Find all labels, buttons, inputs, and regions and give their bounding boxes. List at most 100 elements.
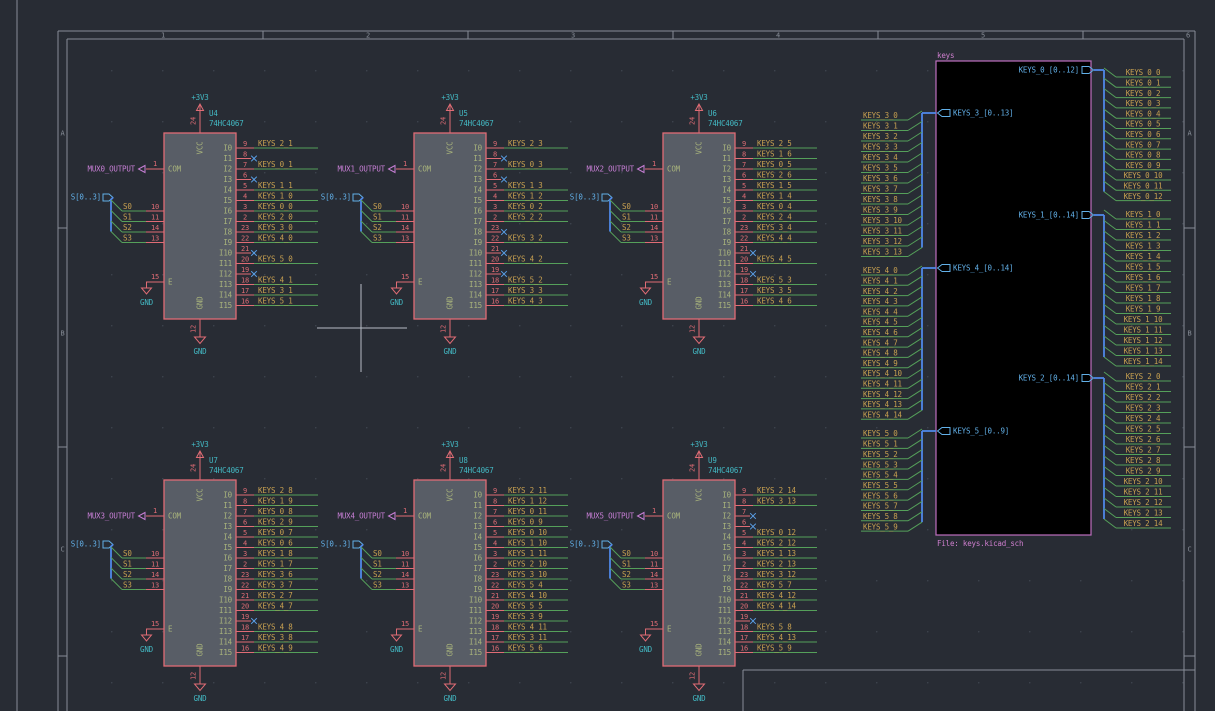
net-label[interactable]: KEYS_2_5: [757, 139, 792, 148]
net-label[interactable]: KEYS_4_11: [508, 623, 547, 632]
net-label-select[interactable]: S2: [622, 223, 631, 232]
net-label[interactable]: KEYS_0_3: [508, 160, 543, 169]
net-label[interactable]: KEYS_0_2: [508, 202, 543, 211]
net-label-select[interactable]: S1: [373, 560, 382, 569]
net-label[interactable]: KEYS_1_6: [1126, 273, 1161, 282]
net-label-select[interactable]: S1: [123, 560, 132, 569]
net-label[interactable]: KEYS_2_11: [1124, 488, 1163, 497]
net-label[interactable]: KEYS_4_11: [863, 380, 902, 389]
power-label-gnd[interactable]: GND: [693, 694, 707, 703]
net-label[interactable]: KEYS_0_7: [258, 528, 293, 537]
net-label[interactable]: KEYS_2_3: [508, 139, 543, 148]
power-label-gnd[interactable]: GND: [444, 694, 458, 703]
net-label[interactable]: KEYS_1_12: [1124, 336, 1163, 345]
net-label[interactable]: KEYS_0_4: [1126, 109, 1161, 118]
net-label[interactable]: KEYS_4_1: [863, 277, 898, 286]
net-label[interactable]: KEYS_1_8: [1126, 294, 1161, 303]
sheet-name[interactable]: keys: [937, 51, 954, 60]
net-label[interactable]: KEYS_2_10: [1124, 477, 1164, 486]
net-label[interactable]: KEYS_3_13: [757, 497, 796, 506]
net-label-select[interactable]: S3: [622, 581, 631, 590]
net-label[interactable]: KEYS_4_14: [863, 410, 903, 419]
net-label-select[interactable]: S0: [123, 202, 132, 211]
net-label[interactable]: KEYS_1_1: [258, 181, 293, 190]
net-label[interactable]: KEYS_5_8: [757, 623, 792, 632]
net-label[interactable]: KEYS_1_0: [1126, 210, 1161, 219]
net-label[interactable]: KEYS_5_1: [863, 440, 898, 449]
net-label[interactable]: KEYS_5_3: [863, 460, 898, 469]
net-label[interactable]: KEYS_5_3: [757, 276, 792, 285]
net-label[interactable]: KEYS_4_1: [258, 276, 293, 285]
net-label[interactable]: KEYS_5_8: [863, 512, 898, 521]
net-label[interactable]: KEYS_0_11: [508, 507, 547, 516]
sheet-keys[interactable]: [936, 61, 1091, 535]
net-label[interactable]: KEYS_0_7: [1126, 140, 1161, 149]
power-label-gnd[interactable]: GND: [639, 645, 653, 654]
power-label-3v3[interactable]: +3V3: [441, 440, 458, 449]
net-label[interactable]: KEYS_2_12: [1124, 498, 1163, 507]
net-label[interactable]: KEYS_1_7: [1126, 284, 1161, 293]
net-label[interactable]: KEYS_1_10: [1124, 315, 1164, 324]
net-label[interactable]: KEYS_4_2: [863, 287, 898, 296]
net-label[interactable]: KEYS_3_8: [863, 195, 898, 204]
global-label-mux-output[interactable]: MUX5_OUTPUT: [587, 512, 635, 521]
net-label[interactable]: KEYS_0_6: [258, 539, 293, 548]
sheet-pin-label[interactable]: KEYS_4_[0..14]: [953, 264, 1013, 273]
net-label[interactable]: KEYS_3_3: [863, 143, 898, 152]
net-label[interactable]: KEYS_0_5: [1126, 120, 1161, 129]
net-label-select[interactable]: S2: [373, 570, 382, 579]
net-label[interactable]: KEYS_2_2: [508, 213, 543, 222]
net-label[interactable]: KEYS_0_12: [1124, 192, 1163, 201]
net-label[interactable]: KEYS_1_12: [508, 497, 547, 506]
net-label[interactable]: KEYS_2_1: [1126, 383, 1161, 392]
net-label[interactable]: KEYS_4_13: [863, 400, 902, 409]
net-label[interactable]: KEYS_2_11: [508, 486, 547, 495]
net-label[interactable]: KEYS_1_11: [508, 549, 547, 558]
net-label[interactable]: KEYS_2_13: [757, 560, 796, 569]
mux-value[interactable]: 74HC4067: [459, 119, 494, 128]
net-label[interactable]: KEYS_4_0: [258, 234, 293, 243]
net-label[interactable]: KEYS_2_9: [258, 518, 293, 527]
net-label[interactable]: KEYS_0_3: [1126, 99, 1161, 108]
net-label[interactable]: KEYS_0_6: [1126, 130, 1161, 139]
sheet-pin-label[interactable]: KEYS_3_[0..13]: [953, 109, 1013, 118]
net-label[interactable]: KEYS_2_7: [1126, 446, 1161, 455]
schematic-canvas[interactable]: 123456AABBCCU474HC4067+3V324VCC12GNDGND1…: [0, 0, 1215, 711]
net-label[interactable]: KEYS_0_8: [1126, 151, 1161, 160]
net-label[interactable]: KEYS_0_1: [1126, 79, 1161, 88]
net-label[interactable]: KEYS_4_4: [757, 234, 792, 243]
power-label-gnd[interactable]: GND: [390, 298, 404, 307]
net-label[interactable]: KEYS_2_4: [1126, 414, 1161, 423]
net-label[interactable]: KEYS_4_6: [863, 328, 898, 337]
net-label[interactable]: KEYS_2_14: [757, 486, 797, 495]
net-label[interactable]: KEYS_4_2: [508, 255, 543, 264]
net-label[interactable]: KEYS_3_0: [863, 111, 898, 120]
net-label[interactable]: KEYS_1_6: [757, 150, 792, 159]
net-label[interactable]: KEYS_5_2: [863, 450, 898, 459]
net-label[interactable]: KEYS_5_0: [258, 255, 293, 264]
net-label[interactable]: KEYS_4_5: [757, 255, 792, 264]
global-label-mux-output[interactable]: MUX1_OUTPUT: [338, 165, 386, 174]
mux-reference[interactable]: U6: [708, 109, 717, 118]
net-label[interactable]: KEYS_3_13: [863, 248, 902, 257]
sheet-pin-label[interactable]: KEYS_1_[0..14]: [1019, 211, 1079, 220]
net-label[interactable]: KEYS_1_8: [258, 549, 293, 558]
net-label[interactable]: KEYS_1_4: [1126, 252, 1161, 261]
hier-label-select-bus[interactable]: S[0..3]: [570, 540, 600, 549]
power-label-3v3[interactable]: +3V3: [441, 93, 458, 102]
net-label[interactable]: KEYS_4_3: [863, 297, 898, 306]
net-label[interactable]: KEYS_4_7: [863, 338, 898, 347]
power-label-gnd[interactable]: GND: [194, 347, 208, 356]
net-label[interactable]: KEYS_1_13: [1124, 347, 1163, 356]
net-label[interactable]: KEYS_2_0: [258, 213, 293, 222]
net-label[interactable]: KEYS_2_14: [1124, 519, 1164, 528]
net-label-select[interactable]: S0: [622, 202, 631, 211]
net-label[interactable]: KEYS_3_1: [863, 122, 898, 131]
net-label[interactable]: KEYS_0_0: [1126, 68, 1161, 77]
net-label[interactable]: KEYS_3_4: [757, 223, 792, 232]
power-label-gnd[interactable]: GND: [444, 347, 458, 356]
net-label-select[interactable]: S1: [622, 560, 631, 569]
net-label-select[interactable]: S2: [123, 570, 132, 579]
net-label[interactable]: KEYS_3_5: [757, 286, 792, 295]
power-label-gnd[interactable]: GND: [194, 694, 208, 703]
